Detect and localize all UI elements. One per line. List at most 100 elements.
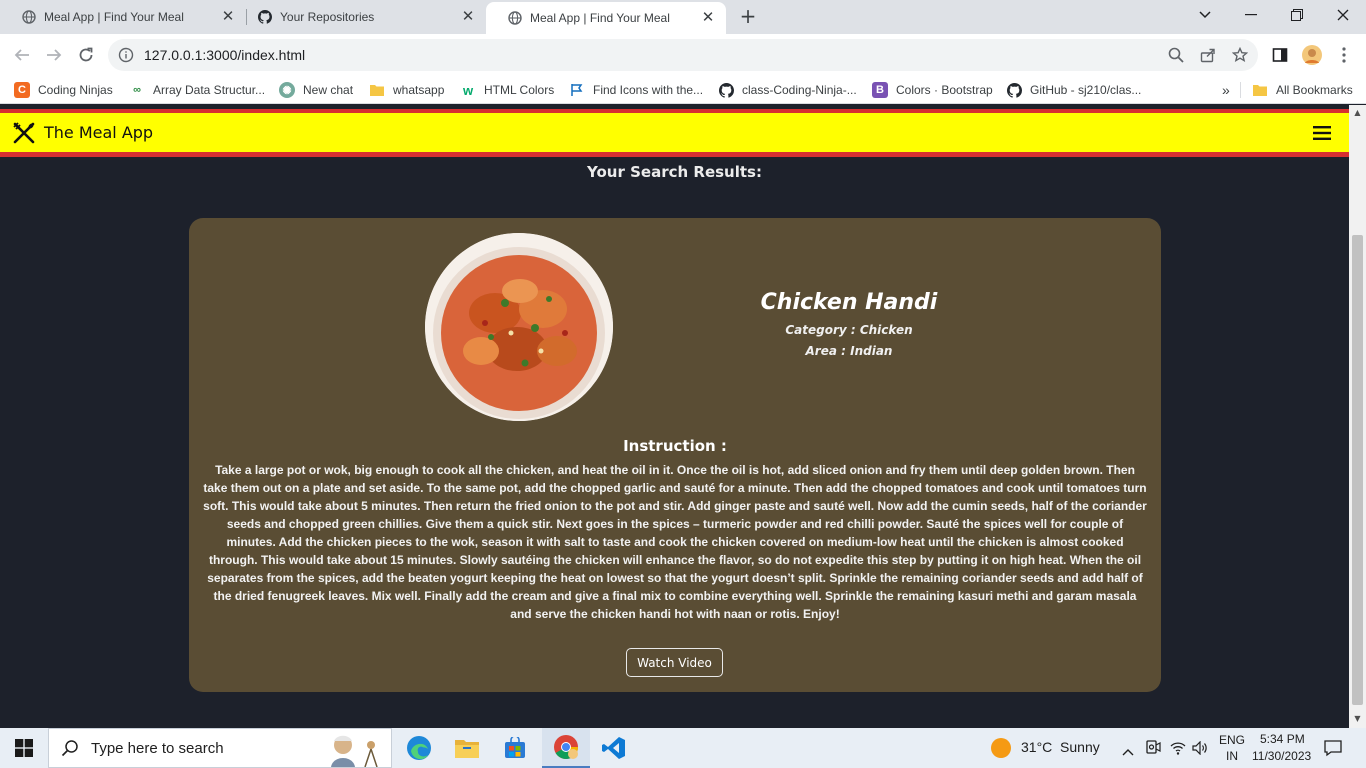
site-info-icon[interactable] [118, 47, 134, 63]
windows-start-button[interactable] [0, 728, 48, 768]
github-icon [258, 10, 272, 24]
bookmark-item[interactable]: B Colors · Bootstrap [872, 81, 993, 99]
taskbar-search-box[interactable]: Type here to search [48, 728, 392, 768]
fontawesome-flag-icon [569, 82, 585, 98]
bookmarks-bar: C Coding Ninjas ∞ Array Data Structur...… [0, 76, 1366, 104]
watch-video-button[interactable]: Watch Video [626, 648, 723, 677]
bookmark-label: Array Data Structur... [153, 83, 266, 97]
browser-toolbar: 127.0.0.1:3000/index.html [0, 34, 1366, 76]
page-viewport: The Meal App Your Search Results: Chicke… [0, 105, 1349, 728]
all-bookmarks-folder[interactable]: All Bookmarks [1252, 81, 1353, 99]
coding-ninjas-icon: C [14, 82, 30, 98]
scroll-down-arrow-icon[interactable]: ▼ [1353, 715, 1362, 723]
notifications-icon[interactable] [1324, 739, 1342, 761]
chrome-menu-icon[interactable] [1334, 45, 1354, 65]
browser-tab-strip: Meal App | Find Your Meal ✕ Your Reposit… [0, 0, 1366, 34]
restore-button[interactable] [1274, 0, 1320, 30]
forward-arrow-icon[interactable] [42, 43, 66, 67]
bookmark-item[interactable]: Find Icons with the... [569, 81, 703, 99]
region-indicator: IN [1226, 749, 1238, 763]
bookmark-label: GitHub - sj210/clas... [1030, 83, 1142, 97]
minimize-button[interactable] [1228, 0, 1274, 30]
bookmark-item[interactable]: C Coding Ninjas [14, 81, 113, 99]
app-brand[interactable]: The Meal App [44, 123, 153, 142]
meal-name: Chicken Handi [760, 290, 938, 315]
close-window-button[interactable] [1320, 0, 1366, 30]
close-tab-icon[interactable]: ✕ [460, 9, 476, 25]
zoom-icon[interactable] [1166, 45, 1186, 65]
tab-title: Meal App | Find Your Meal [530, 11, 670, 25]
wifi-icon[interactable] [1170, 740, 1186, 759]
results-heading: Your Search Results: [587, 163, 762, 181]
search-highlight-illustration [321, 731, 387, 768]
weather-text[interactable]: 31°C Sunny [1021, 739, 1100, 755]
close-tab-icon[interactable]: ✕ [220, 9, 236, 25]
chatgpt-icon: ✺ [279, 82, 295, 98]
microsoft-store-icon[interactable] [491, 728, 539, 768]
instruction-text: Take a large pot or wok, big enough to c… [203, 463, 1147, 621]
profile-avatar[interactable] [1302, 45, 1322, 65]
hamburger-menu-icon[interactable] [1313, 125, 1331, 141]
vscode-icon[interactable] [590, 728, 638, 768]
bookmark-item[interactable]: class-Coding-Ninja-... [718, 81, 857, 99]
close-tab-icon[interactable]: ✕ [700, 10, 716, 26]
instruction-heading: Instruction : [623, 437, 727, 455]
meet-now-icon[interactable] [1145, 739, 1161, 759]
back-arrow-icon[interactable] [10, 43, 34, 67]
new-tab-button[interactable]: + [737, 5, 759, 27]
clock-time[interactable]: 5:34 PM [1260, 732, 1305, 746]
meal-area: Area : Indian [805, 344, 893, 358]
windows-taskbar: Type here to search 31°C Sunny ENG IN 5:… [0, 728, 1366, 768]
w3schools-icon: w [462, 82, 474, 98]
search-icon [61, 739, 79, 757]
bookmark-item[interactable]: GitHub - sj210/clas... [1006, 81, 1141, 99]
app-navbar: The Meal App [0, 109, 1349, 157]
meal-card: Chicken Handi Category : Chicken Area : … [189, 218, 1161, 692]
browser-tab-active[interactable]: Meal App | Find Your Meal ✕ [486, 2, 726, 34]
address-bar[interactable]: 127.0.0.1:3000/index.html [108, 39, 1258, 71]
globe-icon [508, 11, 522, 25]
folder-icon [1252, 82, 1268, 98]
bookmark-label: whatsapp [393, 83, 445, 97]
fork-knife-icon [12, 121, 36, 145]
meal-image [425, 233, 613, 421]
github-icon [718, 82, 734, 98]
bookmark-item[interactable]: whatsapp [369, 81, 444, 99]
bookmark-item[interactable]: ✺ New chat [279, 81, 353, 99]
bookmark-label: HTML Colors [484, 83, 555, 97]
github-icon [1006, 82, 1022, 98]
bookmark-item[interactable]: ∞ Array Data Structur... [129, 81, 265, 99]
more-bookmarks-button[interactable]: » [1222, 81, 1230, 99]
clock-date[interactable]: 11/30/2023 [1252, 749, 1311, 763]
bookmark-label: All Bookmarks [1276, 83, 1353, 97]
side-panel-icon[interactable] [1270, 45, 1290, 65]
bookmarks-divider [1240, 82, 1241, 98]
globe-icon [22, 10, 36, 24]
file-explorer-icon[interactable] [443, 728, 491, 768]
share-icon[interactable] [1198, 45, 1218, 65]
scrollbar-thumb[interactable] [1352, 235, 1363, 705]
tab-title: Meal App | Find Your Meal [44, 10, 184, 24]
reload-icon[interactable] [74, 43, 98, 67]
bookmark-label: Coding Ninjas [38, 83, 113, 97]
bookmark-label: class-Coding-Ninja-... [742, 83, 857, 97]
bookmark-item[interactable]: w HTML Colors [460, 81, 554, 99]
weather-sun-icon[interactable] [991, 738, 1011, 758]
scroll-up-arrow-icon[interactable]: ▲ [1353, 109, 1362, 117]
bookmark-star-icon[interactable] [1230, 45, 1250, 65]
page-scrollbar[interactable]: ▲ ▼ [1349, 105, 1366, 728]
chrome-taskbar-icon[interactable] [542, 728, 590, 768]
tab-title: Your Repositories [280, 10, 375, 24]
bookmark-label: Colors · Bootstrap [896, 83, 993, 97]
language-indicator[interactable]: ENG [1219, 733, 1245, 747]
volume-icon[interactable] [1192, 740, 1208, 759]
tab-search-chevron-icon[interactable] [1182, 0, 1228, 30]
browser-tab[interactable]: Meal App | Find Your Meal ✕ [0, 0, 246, 34]
show-hidden-icons-chevron-icon[interactable] [1122, 741, 1134, 760]
folder-icon [369, 82, 385, 98]
url-text: 127.0.0.1:3000/index.html [144, 47, 306, 63]
search-placeholder: Type here to search [91, 739, 224, 757]
browser-tab[interactable]: Your Repositories ✕ [236, 0, 486, 34]
edge-browser-icon[interactable] [395, 728, 443, 768]
bootstrap-icon: B [872, 82, 888, 98]
